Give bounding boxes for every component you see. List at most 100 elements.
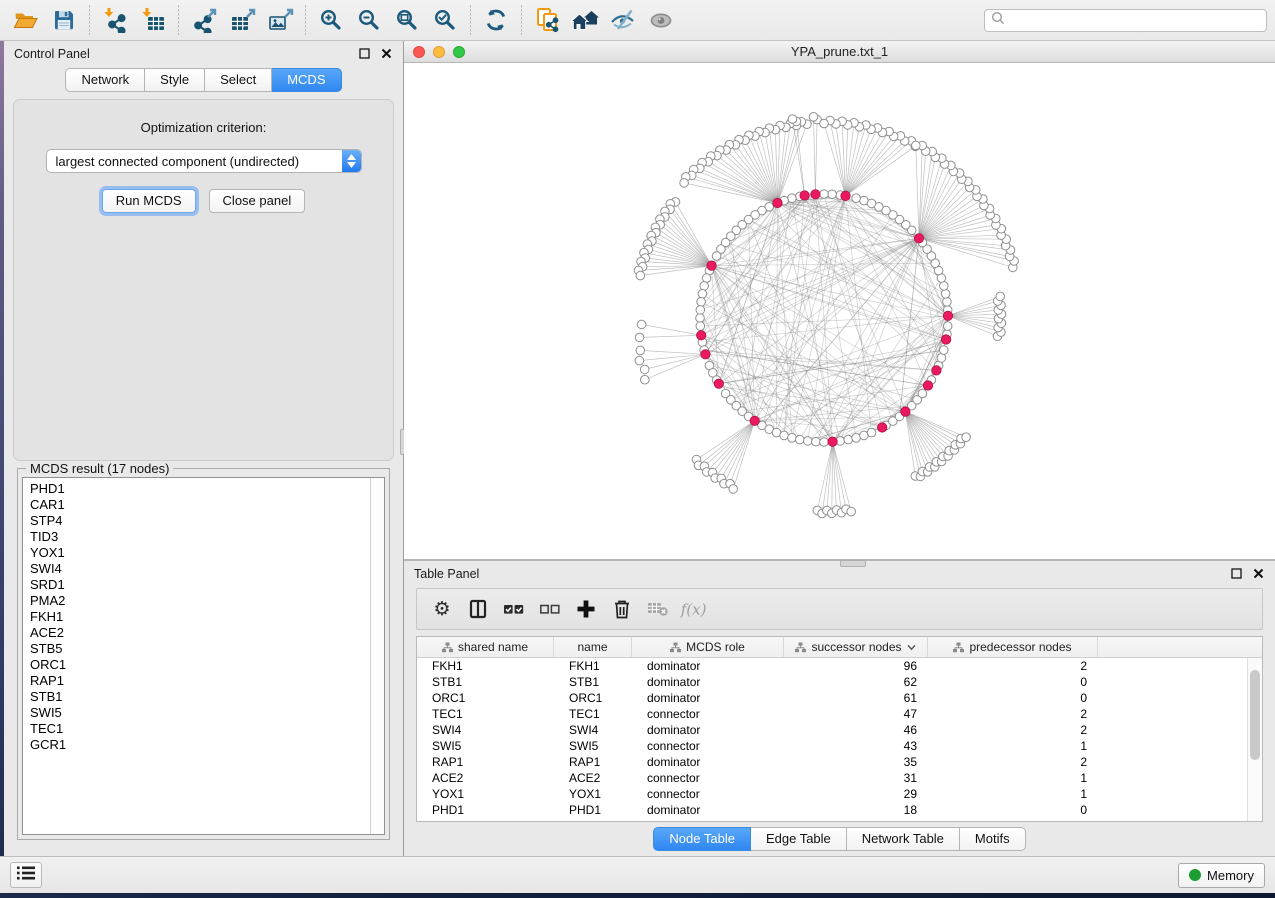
mcds-result-item[interactable]: RAP1 (30, 673, 363, 689)
deselect-all-icon[interactable] (535, 594, 565, 624)
task-history-button[interactable] (10, 862, 42, 888)
float-panel-icon[interactable] (358, 47, 371, 60)
column-header-MCDS-role[interactable]: MCDS role (632, 637, 784, 657)
mcds-node[interactable] (773, 198, 782, 207)
zoom-fit-icon[interactable] (389, 3, 425, 37)
mcds-result-item[interactable]: STP4 (30, 513, 363, 529)
mcds-result-item[interactable]: TEC1 (30, 721, 363, 737)
network-graph[interactable] (404, 63, 1275, 559)
memory-button[interactable]: Memory (1178, 863, 1265, 888)
mcds-result-item[interactable]: SWI5 (30, 705, 363, 721)
close-table-panel-icon[interactable] (1252, 567, 1265, 580)
mcds-node[interactable] (923, 381, 932, 390)
gear-icon[interactable]: ⚙ (427, 594, 457, 624)
network-canvas[interactable] (404, 63, 1275, 559)
mcds-result-item[interactable]: PHD1 (30, 481, 363, 497)
column-header-shared-name[interactable]: shared name (417, 637, 554, 657)
export-table-icon[interactable] (224, 3, 260, 37)
mcds-result-item[interactable]: STB5 (30, 641, 363, 657)
columns-icon[interactable] (463, 594, 493, 624)
share-document-icon[interactable] (529, 3, 565, 37)
tab-node-table[interactable]: Node Table (653, 827, 751, 851)
maximize-window-icon[interactable] (453, 46, 465, 58)
mcds-node[interactable] (800, 191, 809, 200)
zoom-in-icon[interactable] (313, 3, 349, 37)
table-row[interactable]: ACE2ACE2connector311 (417, 770, 1247, 786)
delete-icon[interactable] (607, 594, 637, 624)
add-icon[interactable] (571, 594, 601, 624)
minimize-window-icon[interactable] (433, 46, 445, 58)
close-window-icon[interactable] (413, 46, 425, 58)
column-header-predecessor-nodes[interactable]: predecessor nodes (928, 637, 1098, 657)
mcds-node[interactable] (828, 437, 837, 446)
table-scrollbar-thumb[interactable] (1250, 670, 1260, 760)
mcds-result-item[interactable]: STB1 (30, 689, 363, 705)
mcds-node[interactable] (878, 423, 887, 432)
mcds-result-item[interactable]: TID3 (30, 529, 363, 545)
table-row[interactable]: YOX1YOX1connector291 (417, 786, 1247, 802)
mcds-node[interactable] (901, 407, 910, 416)
homes-icon[interactable] (567, 3, 603, 37)
mcds-result-item[interactable]: SWI4 (30, 561, 363, 577)
optimization-criterion-select[interactable]: largest connected component (undirected) (46, 149, 362, 173)
tab-style[interactable]: Style (145, 68, 205, 92)
select-all-icon[interactable] (499, 594, 529, 624)
result-list-scrollbar[interactable] (370, 478, 384, 834)
tab-motifs[interactable]: Motifs (960, 827, 1026, 851)
export-network-icon[interactable] (186, 3, 222, 37)
show-eye-icon[interactable] (643, 3, 679, 37)
mcds-result-item[interactable]: FKH1 (30, 609, 363, 625)
table-row[interactable]: TEC1TEC1connector472 (417, 706, 1247, 722)
table-row[interactable]: PHD1PHD1dominator180 (417, 802, 1247, 818)
float-table-panel-icon[interactable] (1230, 567, 1243, 580)
save-session-icon[interactable] (46, 3, 82, 37)
network-window-titlebar[interactable]: YPA_prune.txt_1 (404, 41, 1275, 63)
mcds-node[interactable] (750, 416, 759, 425)
mcds-node[interactable] (697, 331, 706, 340)
close-panel-icon[interactable] (380, 47, 393, 60)
import-network-icon[interactable] (97, 3, 133, 37)
column-header-name[interactable]: name (554, 637, 632, 657)
search-input[interactable] (1009, 13, 1260, 27)
refresh-layout-icon[interactable] (478, 3, 514, 37)
zoom-selected-icon[interactable] (427, 3, 463, 37)
run-mcds-button[interactable]: Run MCDS (102, 189, 196, 213)
table-row[interactable]: SWI4SWI4dominator462 (417, 722, 1247, 738)
column-header-successor-nodes[interactable]: successor nodes (784, 637, 928, 657)
mcds-node[interactable] (714, 379, 723, 388)
tab-network-table[interactable]: Network Table (847, 827, 960, 851)
mcds-node[interactable] (811, 190, 820, 199)
mcds-node[interactable] (941, 335, 950, 344)
mcds-result-item[interactable]: YOX1 (30, 545, 363, 561)
mcds-result-item[interactable]: ACE2 (30, 625, 363, 641)
mcds-result-item[interactable]: ORC1 (30, 657, 363, 673)
mcds-node[interactable] (841, 191, 850, 200)
horizontal-splitter-handle[interactable] (840, 560, 866, 567)
mcds-node[interactable] (943, 311, 952, 320)
tab-select[interactable]: Select (205, 68, 272, 92)
table-scrollbar[interactable] (1247, 658, 1262, 821)
table-row[interactable]: FKH1FKH1dominator962 (417, 658, 1247, 674)
mcds-node[interactable] (707, 261, 716, 270)
mcds-result-item[interactable]: SRD1 (30, 577, 363, 593)
hide-detail-eye-icon[interactable] (605, 3, 641, 37)
search-box[interactable] (984, 9, 1267, 32)
zoom-out-icon[interactable] (351, 3, 387, 37)
mcds-result-item[interactable]: PMA2 (30, 593, 363, 609)
export-image-icon[interactable] (262, 3, 298, 37)
mcds-result-item[interactable]: CAR1 (30, 497, 363, 513)
mcds-node[interactable] (914, 234, 923, 243)
mcds-node[interactable] (701, 350, 710, 359)
table-row[interactable]: SWI5SWI5connector431 (417, 738, 1247, 754)
mcds-node[interactable] (932, 366, 941, 375)
table-row[interactable]: STB1STB1dominator620 (417, 674, 1247, 690)
tab-mcds[interactable]: MCDS (272, 68, 341, 92)
tab-edge-table[interactable]: Edge Table (751, 827, 847, 851)
mcds-result-list[interactable]: PHD1CAR1STP4TID3YOX1SWI4SRD1PMA2FKH1ACE2… (22, 477, 385, 835)
tab-network[interactable]: Network (65, 68, 145, 92)
close-panel-button[interactable]: Close panel (209, 189, 306, 213)
open-file-icon[interactable] (8, 3, 44, 37)
mcds-result-item[interactable]: GCR1 (30, 737, 363, 753)
table-row[interactable]: RAP1RAP1dominator352 (417, 754, 1247, 770)
table-row[interactable]: ORC1ORC1dominator610 (417, 690, 1247, 706)
